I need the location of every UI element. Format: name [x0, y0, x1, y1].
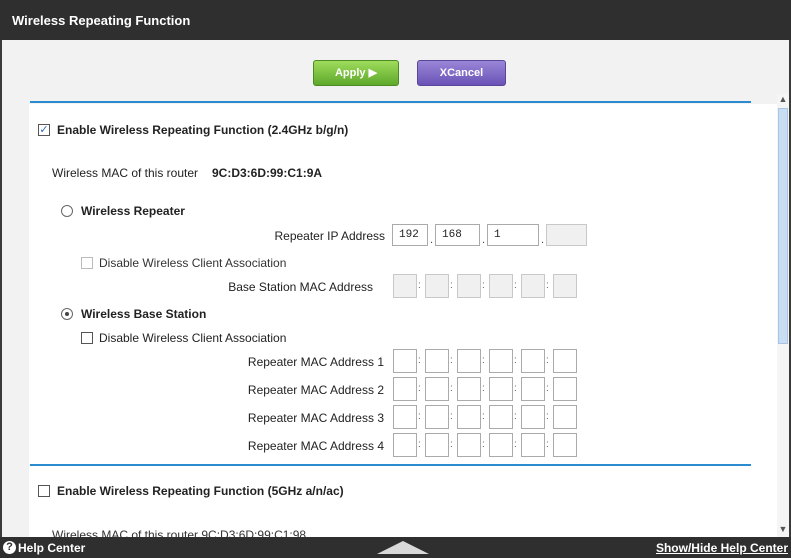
top-divider	[30, 101, 751, 103]
mac-separator: :	[450, 383, 453, 394]
repeater-ip-octet-4[interactable]	[546, 224, 587, 246]
repeater-ip-octet-3[interactable]: 1	[487, 224, 539, 246]
repeater-ip-octet-2[interactable]: 168	[435, 224, 480, 246]
repeater-ip-label: Repeater IP Address	[274, 229, 385, 243]
mac-separator: :	[514, 439, 517, 450]
scroll-up-icon[interactable]: ▲	[777, 94, 789, 104]
repeater-ip-octet-1[interactable]: 192	[392, 224, 428, 246]
mac-separator: :	[546, 439, 549, 450]
mac-separator: :	[418, 383, 421, 394]
help-toggle-arrow-icon[interactable]	[377, 541, 429, 554]
repeater-mac-3-field-6[interactable]	[553, 405, 577, 429]
repeater-mac-1-field-5[interactable]	[521, 349, 545, 373]
repeater-mac-1-field-6[interactable]	[553, 349, 577, 373]
scroll-content: ✓ Enable Wireless Repeating Function (2.…	[29, 104, 777, 537]
repeater-mac-3-field-1[interactable]	[393, 405, 417, 429]
mac-separator: :	[482, 383, 485, 394]
wireless-base-station-label: Wireless Base Station	[81, 307, 207, 321]
repeater-mac-2-field-5[interactable]	[521, 377, 545, 401]
mac-separator: :	[482, 439, 485, 450]
mac-separator: :	[418, 439, 421, 450]
repeater-disable-assoc-checkbox[interactable]	[81, 257, 93, 269]
help-footer: ? Help Center Show/Hide Help Center	[0, 537, 791, 558]
base-disable-assoc-checkbox[interactable]	[81, 332, 93, 344]
base-disable-assoc-label: Disable Wireless Client Association	[99, 331, 287, 345]
repeater-mac-1-label: Repeater MAC Address 1	[247, 355, 384, 369]
repeater-disable-assoc-label: Disable Wireless Client Association	[99, 256, 287, 270]
help-icon[interactable]: ?	[3, 541, 16, 554]
mac-separator: :	[450, 439, 453, 450]
mac-separator: :	[450, 411, 453, 422]
repeater-mac-3-field-5[interactable]	[521, 405, 545, 429]
repeater-mac-3-field-3[interactable]	[457, 405, 481, 429]
repeater-mac-2-field-1[interactable]	[393, 377, 417, 401]
repeater-mac-2-field-6[interactable]	[553, 377, 577, 401]
section-divider	[30, 464, 751, 466]
help-center-link[interactable]: Help Center	[18, 541, 85, 555]
mac-separator: :	[418, 411, 421, 422]
repeater-mac-4-field-3[interactable]	[457, 433, 481, 457]
repeater-mac-4-field-5[interactable]	[521, 433, 545, 457]
wireless-repeater-radio[interactable]	[61, 205, 73, 217]
base-mac-field-2[interactable]	[425, 274, 449, 298]
base-mac-field-4[interactable]	[489, 274, 513, 298]
mac-separator: :	[546, 383, 549, 394]
mac-separator: :	[514, 383, 517, 394]
repeater-mac-2-field-3[interactable]	[457, 377, 481, 401]
repeater-mac-1-field-2[interactable]	[425, 349, 449, 373]
repeater-mac-2-field-4[interactable]	[489, 377, 513, 401]
mac-separator: :	[546, 355, 549, 366]
scrollbar[interactable]: ▲ ▼	[777, 94, 789, 537]
repeater-mac-4-label: Repeater MAC Address 4	[247, 439, 384, 453]
mac-separator: :	[482, 411, 485, 422]
enable-24ghz-label: Enable Wireless Repeating Function (2.4G…	[57, 123, 349, 137]
repeater-mac-2-label: Repeater MAC Address 2	[247, 383, 384, 397]
base-mac-label: Base Station MAC Address	[228, 280, 373, 294]
mac-separator: :	[482, 355, 485, 366]
page-title: Wireless Repeating Function	[0, 0, 791, 40]
mac-separator: :	[514, 355, 517, 366]
router-mac-value: 9C:D3:6D:99:C1:9A	[212, 166, 323, 180]
mac-separator: :	[450, 355, 453, 366]
enable-24ghz-checkbox[interactable]: ✓	[38, 124, 50, 136]
repeater-mac-1-field-3[interactable]	[457, 349, 481, 373]
base-mac-field-5[interactable]	[521, 274, 545, 298]
repeater-mac-3-field-4[interactable]	[489, 405, 513, 429]
repeater-mac-2-field-2[interactable]	[425, 377, 449, 401]
repeater-mac-3-field-2[interactable]	[425, 405, 449, 429]
router-mac-label: Wireless MAC of this router	[52, 166, 199, 180]
apply-button[interactable]: Apply ▶	[313, 60, 399, 86]
scrollbar-thumb[interactable]	[778, 108, 788, 344]
repeater-mac-4-field-4[interactable]	[489, 433, 513, 457]
repeater-mac-1-field-4[interactable]	[489, 349, 513, 373]
cancel-button[interactable]: XCancel	[417, 60, 506, 86]
mac-separator: :	[546, 411, 549, 422]
mac-separator: :	[514, 411, 517, 422]
wireless-repeater-label: Wireless Repeater	[81, 204, 185, 218]
base-mac-field-3[interactable]	[457, 274, 481, 298]
wireless-base-station-radio[interactable]	[61, 308, 73, 320]
show-hide-help-link[interactable]: Show/Hide Help Center	[656, 541, 788, 555]
base-mac-field-1[interactable]	[393, 274, 417, 298]
router-mac-5ghz-partial: Wireless MAC of this router 9C:D3:6D:99:…	[52, 528, 307, 537]
repeater-mac-4-field-2[interactable]	[425, 433, 449, 457]
repeater-mac-1-field-1[interactable]	[393, 349, 417, 373]
enable-5ghz-checkbox[interactable]	[38, 485, 50, 497]
scroll-down-icon[interactable]: ▼	[777, 524, 789, 534]
repeater-mac-4-field-6[interactable]	[553, 433, 577, 457]
base-mac-field-6[interactable]	[553, 274, 577, 298]
repeater-mac-3-label: Repeater MAC Address 3	[247, 411, 384, 425]
mac-separator: :	[418, 355, 421, 366]
repeater-mac-4-field-1[interactable]	[393, 433, 417, 457]
enable-5ghz-label: Enable Wireless Repeating Function (5GHz…	[57, 484, 344, 498]
